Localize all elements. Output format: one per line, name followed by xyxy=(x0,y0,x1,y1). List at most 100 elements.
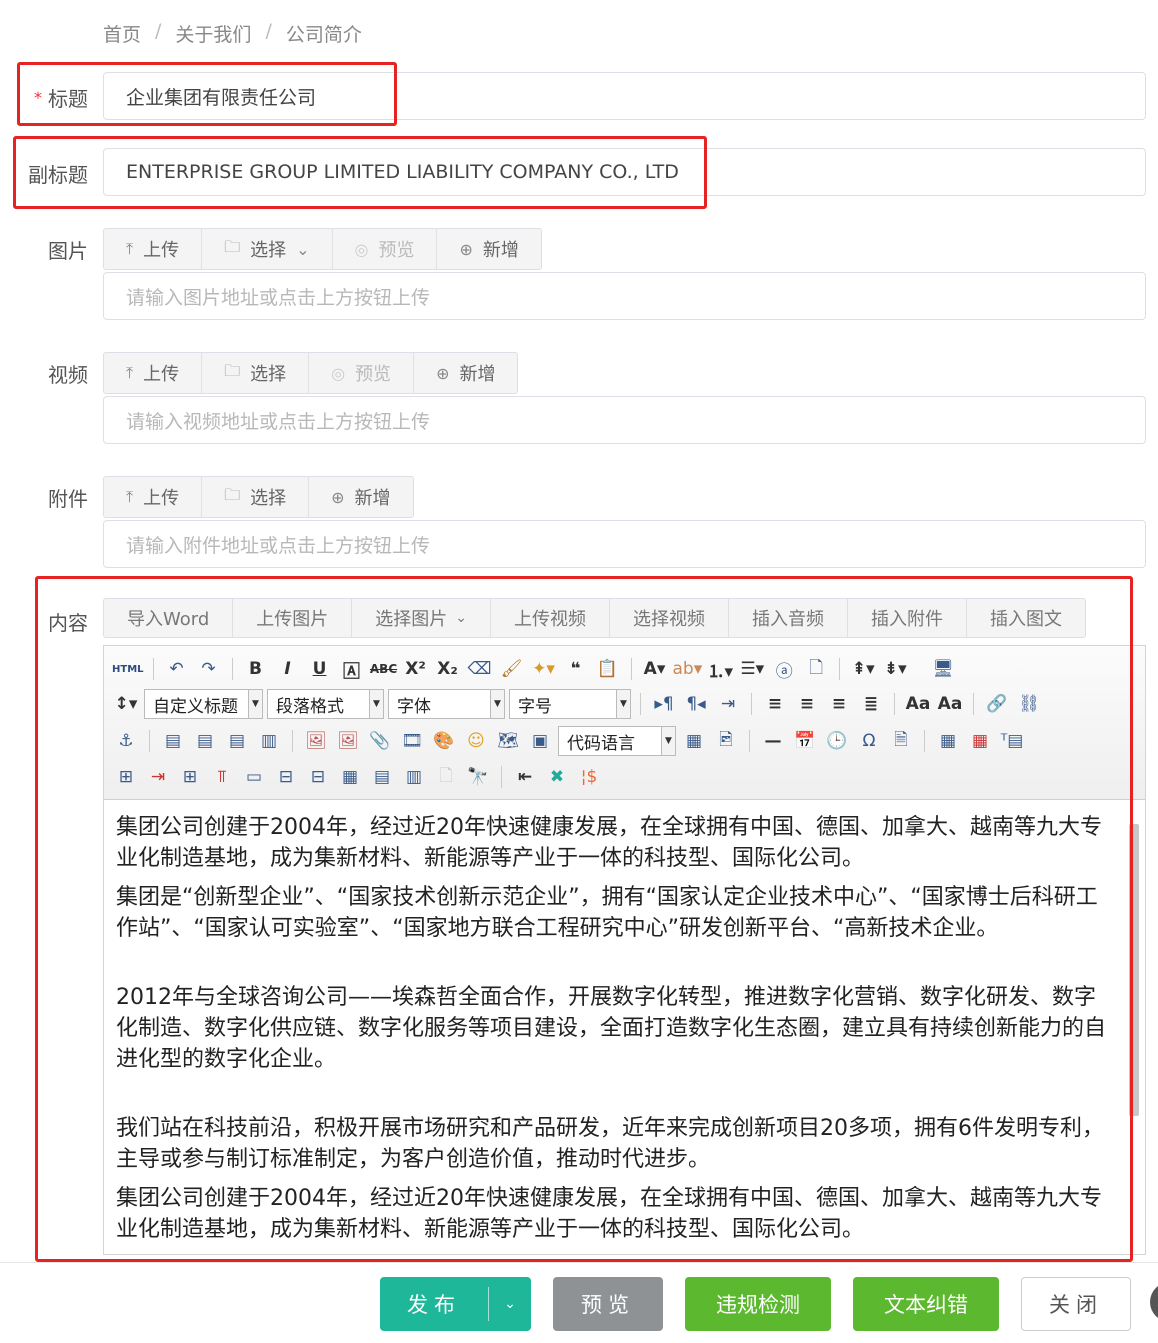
link-icon[interactable]: 🔗 xyxy=(983,690,1011,718)
insert-paragraph-before-table-icon[interactable]: ᵀ▤ xyxy=(998,727,1026,755)
select-video-button[interactable]: 选择视频 xyxy=(610,599,729,637)
insert-audio-button[interactable]: 插入音频 xyxy=(729,599,848,637)
date-icon[interactable]: 📅 xyxy=(791,727,819,755)
ordered-list-icon[interactable]: ⒈▾ xyxy=(706,655,734,683)
scrawl-icon[interactable]: 🎨 xyxy=(430,727,458,755)
html-source-button[interactable]: HTML xyxy=(112,655,144,683)
font-color-icon[interactable]: A▾ xyxy=(641,655,669,683)
import-word-button[interactable]: 导入Word xyxy=(104,599,234,637)
image-preview-button[interactable]: ◎ 预览 xyxy=(332,229,438,269)
align-right-icon[interactable]: ≡ xyxy=(825,690,853,718)
image-select-button[interactable]: 🗀 选择 ⌄ xyxy=(202,229,333,269)
background-icon[interactable]: 🖻 xyxy=(712,727,740,755)
lowercase-icon[interactable]: Aa xyxy=(936,690,964,718)
rtl-icon[interactable]: ¶◂ xyxy=(682,690,710,718)
row-spacing-bottom-icon[interactable]: ⇟▾ xyxy=(881,655,909,683)
paste-plain-icon[interactable]: 📋 xyxy=(594,655,622,683)
remove-format-icon[interactable]: ✖ xyxy=(543,763,571,791)
subscript-icon[interactable]: X₂ xyxy=(434,655,462,683)
select-all-icon[interactable]: ⓐ xyxy=(770,655,798,683)
chevron-down-icon[interactable]: ⌄ xyxy=(489,1296,531,1312)
subtitle-input[interactable]: ENTERPRISE GROUP LIMITED LIABILITY COMPA… xyxy=(103,148,1146,196)
image-add-button[interactable]: ⊕ 新增 xyxy=(437,229,541,269)
upload-video-button[interactable]: 上传视频 xyxy=(491,599,610,637)
format-brush-icon[interactable]: 🖌 xyxy=(498,655,526,683)
clear-doc-icon[interactable]: 🗋 xyxy=(802,655,830,683)
attachment-icon[interactable]: 📎 xyxy=(366,727,394,755)
preview-button[interactable]: 预览 xyxy=(553,1277,663,1331)
drafts-icon[interactable]: ¦$ xyxy=(575,763,603,791)
page-break-icon[interactable]: ⇤ xyxy=(511,763,539,791)
redo-icon[interactable]: ↷ xyxy=(195,655,223,683)
merge-down-icon[interactable]: ⊟ xyxy=(304,763,332,791)
strikethrough-icon[interactable]: ABC xyxy=(370,655,398,683)
font-size-select[interactable]: 字号 ▼ xyxy=(509,689,631,719)
unordered-list-icon[interactable]: ☰▾ xyxy=(738,655,766,683)
eraser-icon[interactable]: ⌫ xyxy=(466,655,494,683)
video-icon[interactable]: 🎞 xyxy=(398,727,426,755)
emotion-icon[interactable]: ☺ xyxy=(462,727,490,755)
merge-cells-icon[interactable]: ▭ xyxy=(240,763,268,791)
font-border-icon[interactable]: 🄰 xyxy=(338,655,366,683)
superscript-icon[interactable]: X² xyxy=(402,655,430,683)
image-right-icon[interactable]: ▤ xyxy=(223,727,251,755)
map-icon[interactable]: 🗺 xyxy=(494,727,522,755)
chart-icon[interactable]: 🗋 xyxy=(432,763,460,791)
video-select-button[interactable]: 🗀 选择 xyxy=(202,353,310,393)
anchor-icon[interactable]: ⚓ xyxy=(112,727,140,755)
image-url-input[interactable]: 请输入图片地址或点击上方按钮上传 xyxy=(103,272,1146,320)
simple-upload-icon[interactable]: 🖼 xyxy=(302,727,330,755)
align-center-icon[interactable]: ≡ xyxy=(793,690,821,718)
autotypeset-icon[interactable]: ✦▾ xyxy=(530,655,558,683)
font-family-select[interactable]: 字体 ▼ xyxy=(388,689,505,719)
ltr-icon[interactable]: ▸¶ xyxy=(650,690,678,718)
bold-icon[interactable]: B xyxy=(242,655,270,683)
insert-richmedia-button[interactable]: 插入图文 xyxy=(967,599,1085,637)
line-height-icon[interactable]: ↕▾ xyxy=(112,690,140,718)
delete-col-icon[interactable]: ⫪ xyxy=(208,763,236,791)
unlink-icon[interactable]: ⛓ xyxy=(1015,690,1043,718)
publish-button[interactable]: 发布 xyxy=(380,1289,488,1319)
insert-image-icon[interactable]: 🖼 xyxy=(334,727,362,755)
wordimage-icon[interactable]: 🗎 xyxy=(887,727,915,755)
split-cols-icon[interactable]: ▥ xyxy=(400,763,428,791)
image-center-icon[interactable]: ▥ xyxy=(255,727,283,755)
blockquote-icon[interactable]: ❝ xyxy=(562,655,590,683)
video-upload-button[interactable]: ⤒ 上传 xyxy=(104,353,203,393)
video-add-button[interactable]: ⊕ 新增 xyxy=(414,353,518,393)
code-language-select[interactable]: 代码语言 ▼ xyxy=(558,726,676,756)
align-left-icon[interactable]: ≡ xyxy=(761,690,789,718)
indent-icon[interactable]: ⇥ xyxy=(714,690,742,718)
text-correction-button[interactable]: 文本纠错 xyxy=(853,1277,999,1331)
merge-right-icon[interactable]: ⊟ xyxy=(272,763,300,791)
insert-table-icon[interactable]: ▦ xyxy=(934,727,962,755)
image-left-icon[interactable]: ▤ xyxy=(191,727,219,755)
attachment-upload-button[interactable]: ⤒ 上传 xyxy=(104,477,203,517)
italic-icon[interactable]: I xyxy=(274,655,302,683)
split-cells-icon[interactable]: ▦ xyxy=(336,763,364,791)
uppercase-icon[interactable]: Aa xyxy=(904,690,932,718)
breadcrumb-home[interactable]: 首页 xyxy=(103,20,141,47)
video-preview-button[interactable]: ◎ 预览 xyxy=(309,353,415,393)
paragraph-format-select[interactable]: 段落格式 ▼ xyxy=(267,689,384,719)
select-image-button[interactable]: 选择图片 ⌄ xyxy=(352,599,491,637)
video-url-input[interactable]: 请输入视频地址或点击上方按钮上传 xyxy=(103,396,1146,444)
title-input[interactable]: 企业集团有限责任公司 xyxy=(103,72,1146,120)
time-icon[interactable]: 🕒 xyxy=(823,727,851,755)
horizontal-rule-icon[interactable]: — xyxy=(759,727,787,755)
attachment-select-button[interactable]: 🗀 选择 xyxy=(202,477,310,517)
delete-row-icon[interactable]: ⇥ xyxy=(144,763,172,791)
attachment-url-input[interactable]: 请输入附件地址或点击上方按钮上传 xyxy=(103,520,1146,568)
preview-screen-icon[interactable]: 🖥 xyxy=(929,655,957,683)
attachment-add-button[interactable]: ⊕ 新增 xyxy=(309,477,413,517)
search-replace-icon[interactable]: 🔭 xyxy=(464,763,492,791)
insert-row-icon[interactable]: ⊞ xyxy=(112,763,140,791)
close-button[interactable]: 关闭 xyxy=(1021,1277,1131,1331)
split-rows-icon[interactable]: ▤ xyxy=(368,763,396,791)
insert-attachment-button[interactable]: 插入附件 xyxy=(848,599,967,637)
delete-table-icon[interactable]: ▦ xyxy=(966,727,994,755)
row-spacing-top-icon[interactable]: ⇞▾ xyxy=(849,655,877,683)
background-color-icon[interactable]: ab▾ xyxy=(673,655,703,683)
custom-title-select[interactable]: 自定义标题 ▼ xyxy=(144,689,263,719)
editor-content[interactable]: 集团公司创建于2004年，经过近20年快速健康发展，在全球拥有中国、德国、加拿大… xyxy=(116,812,1116,1253)
